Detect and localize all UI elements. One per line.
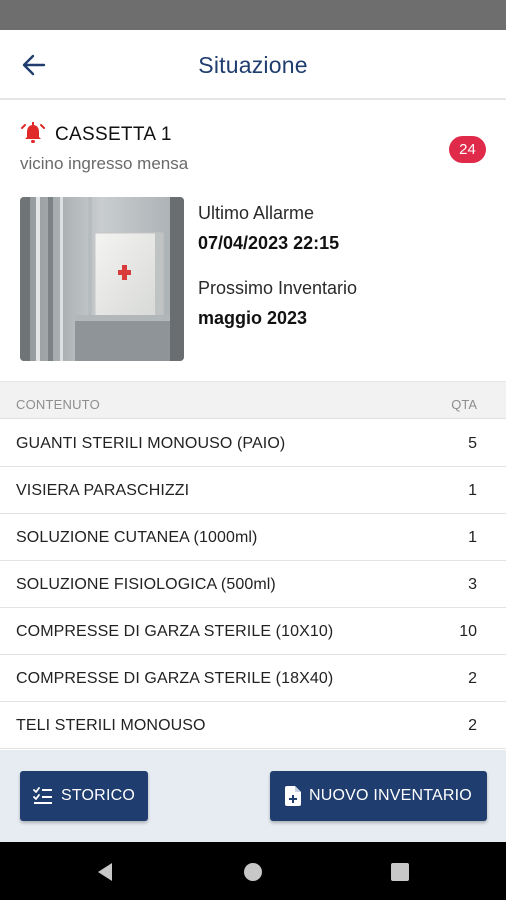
status-bar (0, 0, 506, 30)
next-inventory-label: Prossimo Inventario (198, 278, 358, 298)
table-row: SOLUZIONE FISIOLOGICA (500ml) 3 (0, 561, 506, 608)
item-name: SOLUZIONE CUTANEA (1000ml) (16, 529, 258, 546)
item-qty: 10 (459, 623, 477, 640)
item-name: COMPRESSE DI GARZA STERILE (18X40) (16, 670, 334, 687)
table-row: VISIERA PARASCHIZZI 1 (0, 467, 506, 514)
new-inventory-button-label: NUOVO INVENTARIO (309, 787, 472, 804)
nav-back-button[interactable] (92, 859, 118, 885)
table-row: SOLUZIONE CUTANEA (1000ml) 1 (0, 514, 506, 561)
last-alarm-label: Ultimo Allarme (198, 203, 315, 223)
next-inventory-value: maggio 2023 (198, 308, 308, 328)
item-qty: 1 (468, 482, 477, 499)
history-button-label: STORICO (60, 787, 135, 804)
table-row: GUANTI STERILI MONOUSO (PAIO) 5 (0, 420, 506, 467)
item-name: TELI STERILI MONOUSO (16, 717, 206, 734)
item-name: COMPRESSE DI GARZA STERILE (10X10) (16, 623, 334, 640)
nav-home-button[interactable] (240, 859, 266, 885)
item-qty: 5 (468, 435, 477, 452)
circle-home-icon (244, 863, 262, 881)
box-location: vicino ingresso mensa (20, 154, 189, 173)
triangle-back-icon (98, 863, 112, 881)
item-qty: 2 (468, 670, 477, 687)
alarm-count-badge: 24 (449, 136, 486, 163)
checklist-icon (33, 787, 53, 805)
box-name: CASSETTA 1 (55, 124, 172, 145)
alarm-bell-icon (21, 122, 45, 143)
nav-recents-button[interactable] (387, 859, 413, 885)
system-nav-bar (0, 842, 506, 900)
column-header-qty: QTA (451, 397, 477, 412)
table-row: COMPRESSE DI GARZA STERILE (18X40) 2 (0, 655, 506, 702)
last-alarm-value: 07/04/2023 22:15 (198, 233, 340, 253)
item-qty: 1 (468, 529, 477, 546)
item-qty: 2 (468, 717, 477, 734)
new-inventory-button[interactable]: NUOVO INVENTARIO (270, 771, 487, 821)
square-recents-icon (391, 863, 409, 881)
box-photo (20, 197, 184, 361)
document-add-icon (285, 786, 302, 806)
item-name: VISIERA PARASCHIZZI (16, 482, 190, 499)
table-row: COMPRESSE DI GARZA STERILE (10X10) 10 (0, 608, 506, 655)
contents-list: GUANTI STERILI MONOUSO (PAIO) 5 VISIERA … (0, 420, 506, 749)
table-row: TELI STERILI MONOUSO 2 (0, 702, 506, 749)
column-header-content: CONTENUTO (16, 397, 100, 412)
table-header: CONTENUTO QTA (0, 381, 506, 419)
item-name: GUANTI STERILI MONOUSO (PAIO) (16, 435, 286, 452)
page-title: Situazione (198, 52, 308, 78)
item-qty: 3 (468, 576, 477, 593)
item-name: SOLUZIONE FISIOLOGICA (500ml) (16, 576, 276, 593)
history-button[interactable]: STORICO (20, 771, 148, 821)
app-bar: Situazione (0, 30, 506, 100)
